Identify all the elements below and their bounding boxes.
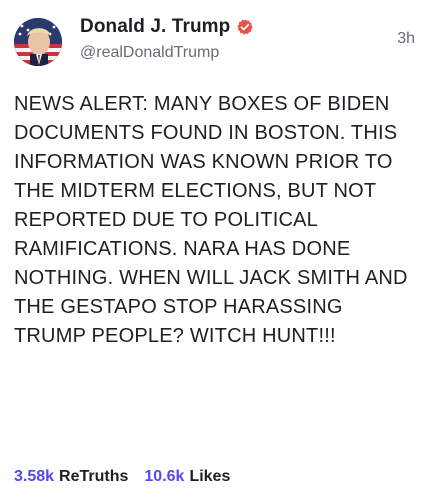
display-name[interactable]: Donald J. Trump bbox=[80, 16, 230, 38]
likes-label: Likes bbox=[189, 468, 231, 485]
retruths-count: 3.58k bbox=[14, 468, 55, 485]
retruths-stat[interactable]: 3.58k ReTruths bbox=[14, 468, 128, 486]
verified-badge-icon bbox=[236, 18, 254, 36]
post-header: Donald J. Trump @realDonaldTrump 3h bbox=[14, 12, 419, 72]
post-stats: 3.58k ReTruths 10.6k Likes bbox=[14, 466, 246, 488]
avatar[interactable] bbox=[14, 18, 62, 66]
post-timestamp[interactable]: 3h bbox=[397, 30, 415, 48]
likes-stat[interactable]: 10.6k Likes bbox=[144, 468, 230, 486]
author-name-row: Donald J. Trump bbox=[80, 14, 254, 40]
author-handle[interactable]: @realDonaldTrump bbox=[80, 44, 219, 62]
post-content: NEWS ALERT: MANY BOXES OF BIDEN DOCUMENT… bbox=[14, 93, 414, 347]
avatar-image bbox=[14, 18, 62, 66]
retruths-label: ReTruths bbox=[59, 468, 129, 485]
likes-count: 10.6k bbox=[144, 468, 185, 485]
truth-post: Donald J. Trump @realDonaldTrump 3h NEWS… bbox=[0, 0, 433, 500]
